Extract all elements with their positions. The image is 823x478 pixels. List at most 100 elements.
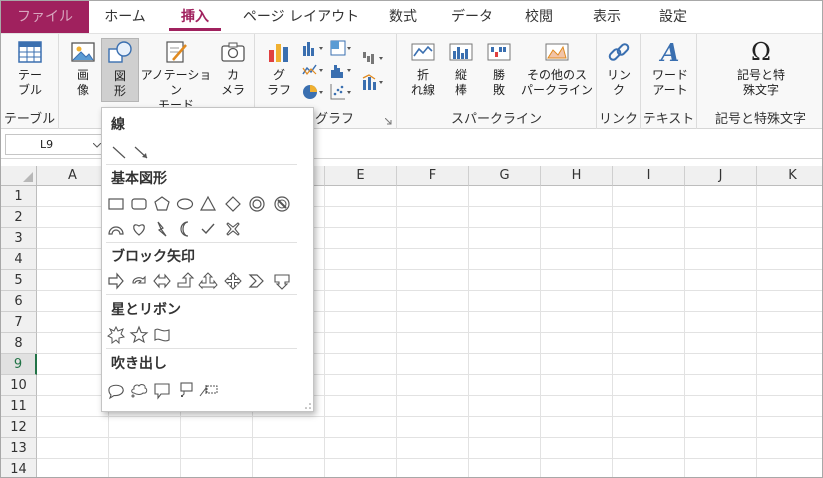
row-header-3[interactable]: 3 xyxy=(1,228,37,249)
row-header-11[interactable]: 11 xyxy=(1,396,37,417)
column-chart-dropdown[interactable] xyxy=(301,38,327,58)
symbol-button[interactable]: Ω 記号と特 殊文字 xyxy=(723,38,799,98)
no-symbol-shape[interactable] xyxy=(272,194,292,214)
sparkline-line-button[interactable]: 折 れ線 xyxy=(405,38,441,98)
tab-review[interactable]: 校閲 xyxy=(511,1,567,33)
ellipse-shape[interactable] xyxy=(175,194,195,214)
row-header-12[interactable]: 12 xyxy=(1,417,37,438)
quad-arrow-shape[interactable] xyxy=(223,271,243,291)
dialog-launcher-icon[interactable] xyxy=(385,118,392,125)
rounded-rectangle-shape[interactable] xyxy=(129,194,149,214)
tab-insert[interactable]: 挿入 xyxy=(161,1,229,33)
heart-shape[interactable] xyxy=(129,219,149,239)
row-header-5[interactable]: 5 xyxy=(1,270,37,291)
column-header-g[interactable]: G xyxy=(469,166,541,186)
right-arrow-shape[interactable] xyxy=(106,271,126,291)
table-button[interactable]: テー ブル xyxy=(7,38,53,98)
stat-chart-dropdown[interactable] xyxy=(329,60,355,80)
grid-row-line xyxy=(37,437,822,438)
cross-shape[interactable] xyxy=(223,219,243,239)
column-header-h[interactable]: H xyxy=(541,166,613,186)
section-block-arrows: ブロック矢印 xyxy=(111,249,195,265)
name-box[interactable]: L9 xyxy=(5,134,103,155)
left-right-arrow-icon xyxy=(153,273,171,289)
wave-shape[interactable] xyxy=(152,325,172,345)
sparkline-winloss-button[interactable]: 勝 敗 xyxy=(481,38,517,98)
rectangular-callout-icon xyxy=(154,383,170,400)
select-all-corner[interactable] xyxy=(1,166,37,186)
explosion-shape[interactable] xyxy=(106,325,126,345)
column-header-e[interactable]: E xyxy=(325,166,397,186)
accent-callout-shape[interactable] xyxy=(198,380,218,400)
line-callout-shape[interactable] xyxy=(175,380,195,400)
tab-page-layout[interactable]: ページ レイアウト xyxy=(237,1,365,33)
donut-shape[interactable] xyxy=(247,194,267,214)
column-header-f[interactable]: F xyxy=(397,166,469,186)
wordart-button[interactable]: A ワード アート xyxy=(649,38,691,98)
left-right-arrow-shape[interactable] xyxy=(152,271,172,291)
chevron-shape[interactable] xyxy=(247,271,267,291)
row-header-9[interactable]: 9 xyxy=(1,354,37,375)
section-basic-shapes: 基本図形 xyxy=(111,171,167,187)
sparkline-other-button[interactable]: その他のス パークライン xyxy=(521,38,593,98)
pie-chart-dropdown[interactable] xyxy=(301,82,327,102)
check-shape[interactable] xyxy=(198,219,218,239)
row-header-2[interactable]: 2 xyxy=(1,207,37,228)
pentagon-shape[interactable] xyxy=(152,194,172,214)
lightning-shape[interactable] xyxy=(152,219,172,239)
tab-home[interactable]: ホーム xyxy=(93,1,157,33)
row-header-6[interactable]: 6 xyxy=(1,291,37,312)
tab-file[interactable]: ファイル xyxy=(1,1,89,33)
row-header-13[interactable]: 13 xyxy=(1,438,37,459)
rectangular-callout-shape[interactable] xyxy=(152,380,172,400)
down-arrow-callout-shape[interactable] xyxy=(272,271,292,291)
arrow-shape[interactable] xyxy=(131,142,151,162)
image-button[interactable]: 画 像 xyxy=(65,38,101,98)
sparkline-column-button[interactable]: 縦 棒 xyxy=(443,38,479,98)
column-header-k[interactable]: K xyxy=(757,166,822,186)
arc-shape[interactable] xyxy=(106,219,126,239)
line-chart-icon xyxy=(302,64,323,76)
moon-shape[interactable] xyxy=(175,219,195,239)
triangle-shape[interactable] xyxy=(198,194,218,214)
row-header-1[interactable]: 1 xyxy=(1,186,37,207)
line-icon xyxy=(112,146,126,159)
column-header-a[interactable]: A xyxy=(37,166,109,186)
line-shape[interactable] xyxy=(109,142,129,162)
bent-up-arrow-shape[interactable] xyxy=(175,271,195,291)
star-icon xyxy=(129,325,149,344)
row-header-8[interactable]: 8 xyxy=(1,333,37,354)
omega-icon: Ω xyxy=(751,38,771,66)
row-header-14[interactable]: 14 xyxy=(1,459,37,477)
combo-chart-dropdown[interactable] xyxy=(361,72,387,92)
line-chart-dropdown[interactable] xyxy=(301,60,327,80)
chevron-down-icon[interactable] xyxy=(93,143,101,148)
cloud-callout-shape[interactable] xyxy=(129,380,149,400)
scatter-chart-dropdown[interactable] xyxy=(329,82,355,102)
row-header-7[interactable]: 7 xyxy=(1,312,37,333)
row-header-10[interactable]: 10 xyxy=(1,375,37,396)
tab-settings[interactable]: 設定 xyxy=(645,1,701,33)
annotation-mode-button[interactable]: アノテーション モード xyxy=(139,38,213,113)
column-header-j[interactable]: J xyxy=(685,166,757,186)
u-turn-arrow-shape[interactable] xyxy=(129,271,149,291)
hierarchy-chart-dropdown[interactable] xyxy=(329,38,355,58)
diamond-shape[interactable] xyxy=(223,194,243,214)
oval-callout-shape[interactable] xyxy=(106,380,126,400)
up-arrow-callout-shape[interactable] xyxy=(198,271,218,291)
rectangle-shape[interactable] xyxy=(106,194,126,214)
camera-button[interactable]: カ メラ xyxy=(215,38,251,98)
tab-data[interactable]: データ xyxy=(441,1,503,33)
link-button[interactable]: リン ク xyxy=(601,38,637,98)
separator xyxy=(106,348,297,349)
waterfall-chart-dropdown[interactable] xyxy=(361,48,387,68)
check-icon xyxy=(201,223,215,235)
row-header-4[interactable]: 4 xyxy=(1,249,37,270)
tab-view[interactable]: 表示 xyxy=(579,1,635,33)
tab-formulas[interactable]: 数式 xyxy=(373,1,433,33)
resize-grip-icon[interactable] xyxy=(303,401,311,409)
column-header-i[interactable]: I xyxy=(613,166,685,186)
shape-button[interactable]: 図 形 xyxy=(101,38,139,102)
star-shape[interactable] xyxy=(129,325,149,345)
chart-button[interactable]: グ ラフ xyxy=(261,38,297,98)
